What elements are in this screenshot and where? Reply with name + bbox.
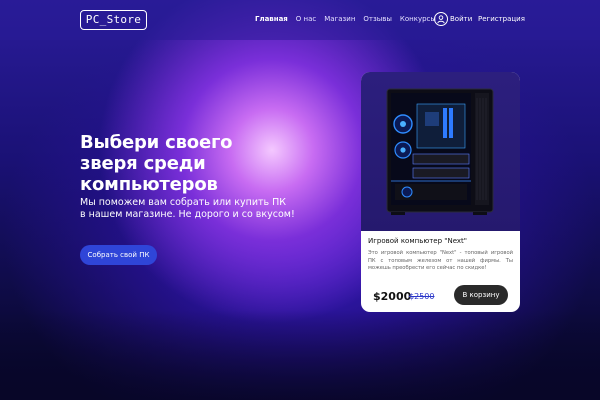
hero-title-line: Выбери своего <box>80 132 233 153</box>
register-link[interactable]: Регистрация <box>478 15 525 23</box>
logo[interactable]: PC_Store <box>80 10 147 30</box>
top-navbar: PC_Store Главная О нас Магазин Отзывы Ко… <box>0 0 600 40</box>
nav-item-reviews[interactable]: Отзывы <box>363 15 392 23</box>
hero-subtitle-line: Мы поможем вам собрать или купить ПК <box>80 197 287 208</box>
add-to-cart-button[interactable]: В корзину <box>454 285 508 305</box>
hero-title: Выбери своего зверя среди компьютеров <box>80 132 290 195</box>
hero-subtitle-line: в нашем магазине. Не дорого и со вкусом! <box>80 209 295 220</box>
login-link[interactable]: Войти <box>450 15 472 23</box>
nav-item-about[interactable]: О нас <box>296 15 316 23</box>
product-description: Это игровой компьютер "Next" - топовый и… <box>368 250 513 271</box>
nav-item-contests[interactable]: Конкурсы <box>400 15 436 23</box>
hero-title-line: компьютеров <box>80 174 218 195</box>
user-icon[interactable] <box>434 12 448 26</box>
product-price: $2000 <box>373 290 412 303</box>
nav-item-shop[interactable]: Магазин <box>324 15 355 23</box>
hero-title-line: зверя среди <box>80 153 206 174</box>
product-card: Игровой компьютер "Next" Это игровой ком… <box>361 72 520 312</box>
product-title[interactable]: Игровой компьютер "Next" <box>368 237 467 245</box>
build-pc-button[interactable]: Собрать свой ПК <box>80 245 157 265</box>
hero-subtitle: Мы поможем вам собрать или купить ПК в н… <box>80 197 320 221</box>
product-old-price: $2500 <box>409 292 435 301</box>
product-image[interactable] <box>361 72 520 231</box>
main-nav: Главная О нас Магазин Отзывы Конкурсы <box>255 15 444 23</box>
nav-item-home[interactable]: Главная <box>255 15 288 23</box>
